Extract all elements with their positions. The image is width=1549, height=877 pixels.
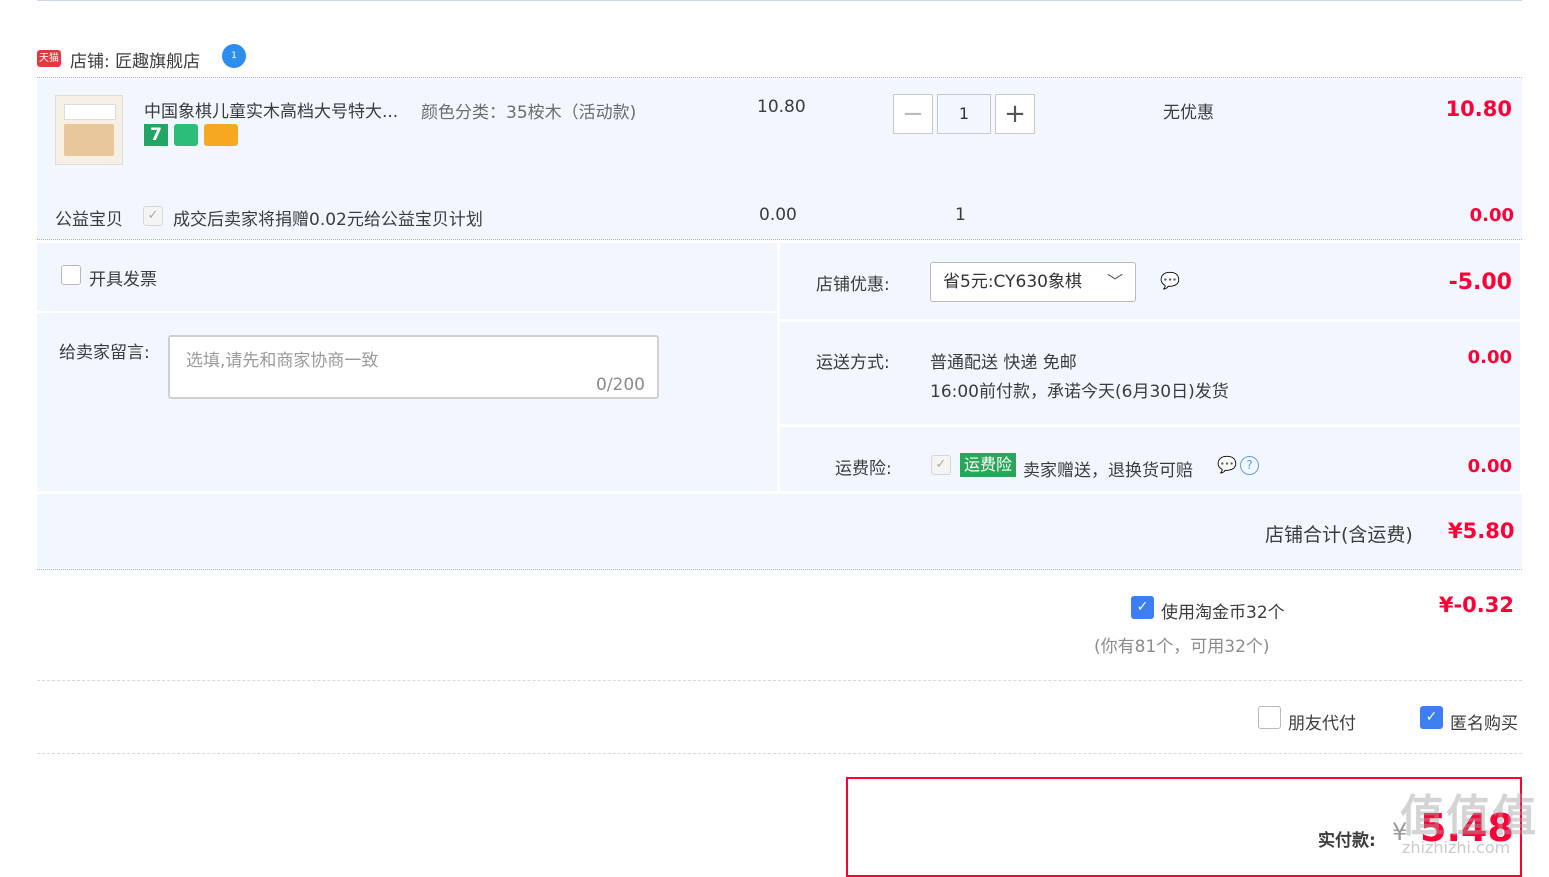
unit-price: 10.80 (757, 97, 806, 117)
increase-quantity-button[interactable]: + (995, 94, 1035, 134)
shipping-amount: 0.00 (1467, 347, 1512, 368)
thumb-board (64, 124, 114, 156)
friend-pay-label: 朋友代付 (1288, 714, 1356, 734)
shipping-label: 运送方式: (816, 353, 890, 373)
coins-hint: (你有81个，可用32个) (1094, 637, 1270, 657)
charity-subtotal: 0.00 (1469, 205, 1514, 226)
insurance-text: 卖家赠送，退换货可赔 (1023, 461, 1193, 481)
message-counter: 0/200 (596, 375, 645, 395)
store-total-amount: ¥5.80 (1448, 519, 1515, 543)
friend-pay-checkbox[interactable] (1258, 706, 1281, 729)
tmall-icon: 天猫 (37, 50, 61, 67)
divider (37, 239, 1522, 240)
chevron-down-icon: ﹀ (1106, 272, 1123, 291)
charity-text: 成交后卖家将捐赠0.02元给公益宝贝计划 (173, 210, 483, 230)
product-thumbnail[interactable] (55, 95, 123, 165)
coins-label: 使用淘金币32个 (1161, 603, 1285, 623)
insurance-amount: 0.00 (1467, 456, 1512, 477)
message-label: 给卖家留言: (59, 343, 150, 363)
comment-icon[interactable]: 💬 (1217, 455, 1237, 474)
store-discount-label: 店铺优惠: (816, 275, 890, 295)
divider (37, 77, 1522, 78)
divider (37, 680, 1522, 681)
message-textarea[interactable]: 选填,请先和商家协商一致 0/200 (168, 335, 659, 399)
item-subtotal: 10.80 (1445, 97, 1512, 121)
insurance-tag: 运费险 (960, 453, 1016, 477)
store-name[interactable]: 店铺: 匠趣旗舰店 (70, 47, 200, 72)
quantity-input[interactable]: 1 (937, 94, 991, 134)
anonymous-checkbox[interactable]: ✓ (1420, 706, 1443, 729)
anonymous-label: 匿名购买 (1450, 714, 1518, 734)
card-pay-icon (204, 124, 238, 146)
help-icon[interactable]: ? (1240, 456, 1259, 475)
watermark-url: zhizhizhi.com (1402, 838, 1511, 857)
coins-amount: ¥-0.32 (1438, 593, 1514, 617)
store-total-label: 店铺合计(含运费) (1265, 524, 1413, 546)
shipping-panel (780, 322, 1520, 424)
message-placeholder: 选填,请先和商家协商一致 (186, 351, 379, 371)
seven-day-return-icon: 7 (144, 124, 168, 146)
charity-checkbox: ✓ (143, 206, 163, 226)
decrease-quantity-button[interactable]: − (893, 94, 933, 134)
table-top-border (37, 0, 1522, 2)
invoice-checkbox[interactable] (61, 265, 81, 285)
payment-label: 实付款: (1318, 831, 1376, 851)
store-discount-select[interactable]: 省5元:CY630象棋 ﹀ (930, 262, 1136, 302)
charity-qty: 1 (955, 205, 966, 225)
wangwang-chat-icon[interactable]: 1 (222, 44, 246, 68)
thumb-label (64, 104, 116, 120)
coins-checkbox[interactable]: ✓ (1131, 596, 1154, 619)
divider (37, 753, 1522, 754)
watermark-logo: 值值值 (1400, 791, 1538, 842)
store-discount-value: 省5元:CY630象棋 (943, 272, 1082, 292)
product-title[interactable]: 中国象棋儿童实木高档大号特大... (144, 97, 398, 122)
comment-icon[interactable]: 💬 (1160, 271, 1180, 290)
divider (37, 569, 1522, 570)
product-spec: 颜色分类：35桉木（活动款) (421, 103, 637, 123)
store-discount-amount: -5.00 (1448, 270, 1512, 295)
shipping-method: 普通配送 快递 免邮 (930, 353, 1077, 373)
shipping-promise: 16:00前付款，承诺今天(6月30日)发货 (930, 382, 1229, 402)
insurance-checkbox: ✓ (931, 455, 951, 475)
invoice-label: 开具发票 (89, 270, 157, 290)
charity-price: 0.00 (759, 205, 797, 225)
insurance-label: 运费险: (835, 459, 892, 479)
item-discount: 无优惠 (1163, 103, 1214, 123)
charity-label: 公益宝贝 (55, 210, 123, 230)
credit-pay-icon (174, 124, 198, 146)
